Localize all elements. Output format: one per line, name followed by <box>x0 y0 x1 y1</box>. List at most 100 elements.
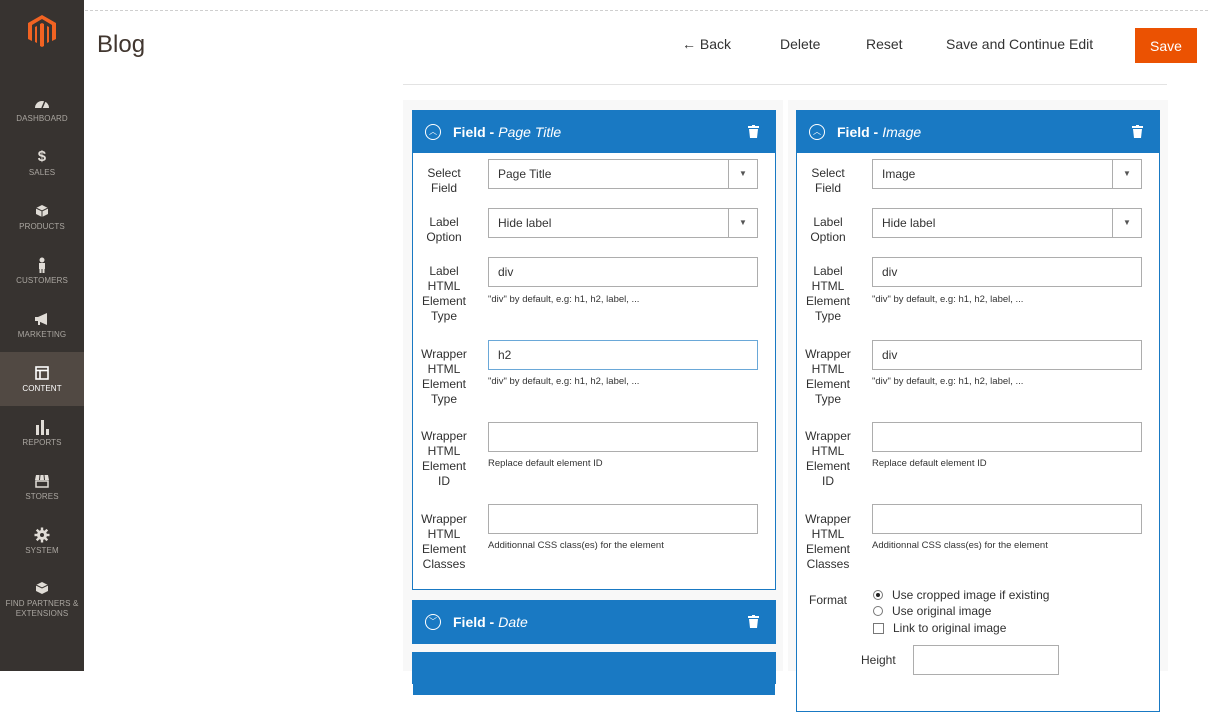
select-field-label: Select Field <box>427 166 461 195</box>
sidebar-item-label: CUSTOMERS <box>16 276 68 285</box>
select-field-dropdown[interactable]: Image ▼ <box>872 159 1142 189</box>
select-field-dropdown[interactable]: Page Title ▼ <box>488 159 758 189</box>
dashboard-icon <box>34 94 50 112</box>
label-option-label: Label Option <box>810 215 846 244</box>
store-icon <box>34 472 50 490</box>
label-option-value: Hide label <box>498 216 552 230</box>
panel-title-prefix: Field - <box>453 614 495 630</box>
wrapper-html-id-label: Wrapper HTML Element ID <box>421 429 467 488</box>
wrapper-html-type-note: "div" by default, e.g: h1, h2, label, ..… <box>872 376 1024 387</box>
expand-chevron-icon[interactable]: ﹀ <box>425 614 441 630</box>
sidebar-item-system[interactable]: SYSTEM <box>0 514 84 568</box>
panel-header[interactable] <box>413 653 775 695</box>
wrapper-html-type-input[interactable]: div <box>872 340 1142 370</box>
panel-title-prefix: Field - <box>453 124 495 140</box>
trash-icon[interactable] <box>748 615 759 633</box>
wrapper-html-classes-note: Additionnal CSS class(es) for the elemen… <box>872 540 1048 551</box>
label-html-type-label: Label HTML Element Type <box>805 264 851 323</box>
label-option-value: Hide label <box>882 216 936 230</box>
magento-logo-icon[interactable] <box>0 14 84 74</box>
sidebar-item-label: SYSTEM <box>25 546 59 555</box>
wrapper-html-id-input[interactable] <box>872 422 1142 452</box>
sidebar-item-find-partners[interactable]: FIND PARTNERS & EXTENSIONS <box>0 568 84 630</box>
chevron-down-icon: ▼ <box>1112 209 1141 237</box>
label-html-type-note: "div" by default, e.g: h1, h2, label, ..… <box>872 294 1024 305</box>
chevron-down-icon: ▼ <box>1112 160 1141 188</box>
wrapper-html-classes-input[interactable] <box>872 504 1142 534</box>
reset-button[interactable]: Reset <box>866 36 903 52</box>
collapse-chevron-icon[interactable]: ︿ <box>809 124 825 140</box>
trash-icon[interactable] <box>1132 125 1143 143</box>
wrapper-html-type-label: Wrapper HTML Element Type <box>421 347 467 406</box>
panel-header[interactable]: ︿ Field - Page Title <box>413 111 775 153</box>
sidebar-item-content[interactable]: CONTENT <box>0 352 84 406</box>
wrapper-html-type-note: "div" by default, e.g: h1, h2, label, ..… <box>488 376 640 387</box>
field-panel-image: ︿ Field - Image Select Field Image ▼ Lab… <box>796 110 1160 712</box>
delete-button[interactable]: Delete <box>780 36 820 52</box>
back-button[interactable]: ← Back <box>682 36 731 52</box>
label-html-type-label: Label HTML Element Type <box>421 264 467 323</box>
panel-header[interactable]: ︿ Field - Image <box>797 111 1159 153</box>
checkbox-unchecked[interactable] <box>873 622 884 634</box>
label-html-type-input[interactable]: div <box>488 257 758 287</box>
sidebar-item-stores[interactable]: STORES <box>0 460 84 514</box>
select-field-label: Select Field <box>811 166 845 195</box>
height-label: Height <box>861 653 896 667</box>
sidebar-item-reports[interactable]: REPORTS <box>0 406 84 460</box>
sidebar-item-label: FIND PARTNERS & EXTENSIONS <box>5 599 79 618</box>
sidebar-item-sales[interactable]: $ SALES <box>0 136 84 190</box>
format-option-cropped[interactable]: Use cropped image if existing <box>873 588 1049 602</box>
admin-sidebar: DASHBOARD $ SALES PRODUCTS CUSTOMERS MAR… <box>0 0 84 671</box>
trash-icon[interactable] <box>748 125 759 143</box>
chevron-down-icon: ▼ <box>728 160 757 188</box>
wrapper-html-classes-note: Additionnal CSS class(es) for the elemen… <box>488 540 664 551</box>
field-panel-date: ﹀ Field - Date <box>412 600 776 644</box>
sidebar-item-products[interactable]: PRODUCTS <box>0 190 84 244</box>
wrapper-html-type-label: Wrapper HTML Element Type <box>805 347 851 406</box>
format-option-original[interactable]: Use original image <box>873 604 991 618</box>
label-option-dropdown[interactable]: Hide label ▼ <box>872 208 1142 238</box>
top-dashed-border <box>0 10 1208 11</box>
sidebar-item-label: REPORTS <box>22 438 62 447</box>
dollar-icon: $ <box>37 148 47 165</box>
page-title: Blog <box>97 31 146 58</box>
chevron-down-icon: ▼ <box>728 209 757 237</box>
radio-checked[interactable] <box>873 590 883 600</box>
sidebar-item-label: SALES <box>28 168 56 177</box>
select-field-value: Page Title <box>498 167 552 181</box>
label-html-type-note: "div" by default, e.g: h1, h2, label, ..… <box>488 294 640 305</box>
sidebar-nav: DASHBOARD $ SALES PRODUCTS CUSTOMERS MAR… <box>0 82 84 630</box>
panel-header[interactable]: ﹀ Field - Date <box>413 601 775 643</box>
format-option-label: Use original image <box>892 604 992 618</box>
panel-title-name: Image <box>882 124 922 140</box>
field-panel-page-title: ︿ Field - Page Title Select Field Page T… <box>412 110 776 590</box>
format-label: Format <box>808 593 847 607</box>
gear-icon <box>34 526 50 544</box>
layout-icon <box>35 364 49 382</box>
format-option-link[interactable]: Link to original image <box>873 621 1006 635</box>
wrapper-html-id-input[interactable] <box>488 422 758 452</box>
sidebar-item-dashboard[interactable]: DASHBOARD <box>0 82 84 136</box>
format-option-label: Link to original image <box>893 621 1007 635</box>
bar-chart-icon <box>35 418 49 436</box>
radio-unchecked[interactable] <box>873 606 883 616</box>
wrapper-html-classes-label: Wrapper HTML Element Classes <box>805 512 851 571</box>
select-field-value: Image <box>882 167 916 181</box>
save-button[interactable]: Save <box>1135 28 1197 63</box>
label-html-type-input[interactable]: div <box>872 257 1142 287</box>
wrapper-html-classes-input[interactable] <box>488 504 758 534</box>
panel-title-name: Date <box>498 614 528 630</box>
wrapper-html-id-label: Wrapper HTML Element ID <box>805 429 851 488</box>
panel-title-prefix: Field - <box>837 124 879 140</box>
sidebar-item-label: CONTENT <box>22 384 62 393</box>
label-option-dropdown[interactable]: Hide label ▼ <box>488 208 758 238</box>
sidebar-item-customers[interactable]: CUSTOMERS <box>0 244 84 298</box>
collapse-chevron-icon[interactable]: ︿ <box>425 124 441 140</box>
save-and-continue-button[interactable]: Save and Continue Edit <box>946 36 1093 52</box>
wrapper-html-type-input[interactable]: h2 <box>488 340 758 370</box>
label-option-label: Label Option <box>426 215 462 244</box>
panel-title-name: Page Title <box>498 124 562 140</box>
wrapper-html-id-note: Replace default element ID <box>488 458 603 469</box>
sidebar-item-marketing[interactable]: MARKETING <box>0 298 84 352</box>
wrapper-html-classes-label: Wrapper HTML Element Classes <box>421 512 467 571</box>
